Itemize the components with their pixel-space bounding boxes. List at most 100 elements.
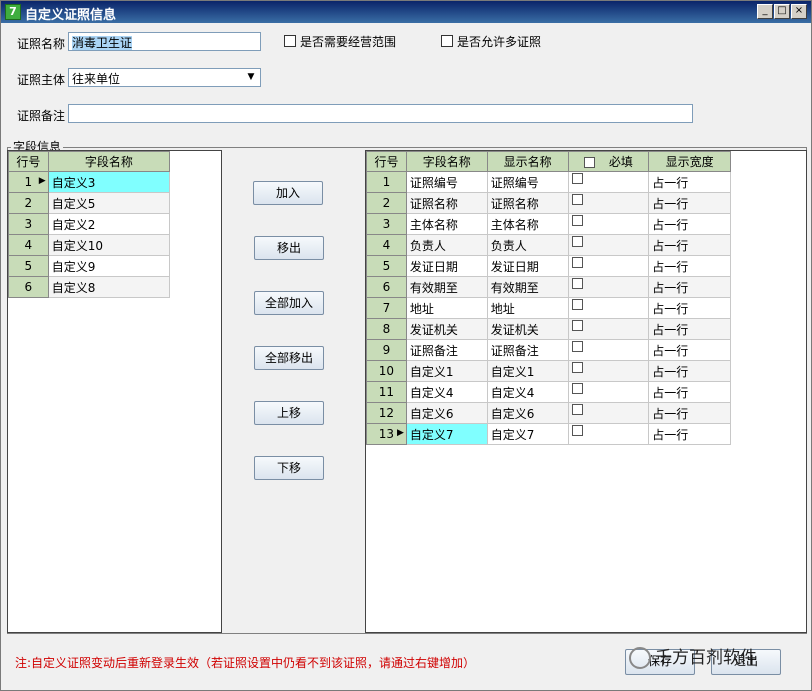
required-cell[interactable]: [567, 297, 650, 319]
cert-name-input[interactable]: 消毒卫生证: [68, 32, 261, 51]
display-name-cell[interactable]: 自定义7: [486, 423, 569, 445]
required-checkbox[interactable]: [571, 173, 583, 184]
display-name-cell[interactable]: 发证日期: [486, 255, 569, 277]
allow-multi-checkbox[interactable]: [441, 35, 453, 47]
required-cell[interactable]: [567, 381, 650, 403]
required-cell[interactable]: [567, 192, 650, 214]
display-width-cell[interactable]: 占一行: [648, 213, 731, 235]
selected-fields-grid[interactable]: 行号 字段名称 显示名称 必填 显示宽度 1 证照编号 证照编号 占一行 2 证照名称 证照…: [365, 150, 807, 633]
row-number[interactable]: 11: [366, 381, 407, 403]
display-name-cell[interactable]: 自定义1: [486, 360, 569, 382]
required-cell[interactable]: [567, 255, 650, 277]
field-name-cell[interactable]: 自定义2: [47, 213, 171, 235]
table-row[interactable]: 6 有效期至 有效期至 占一行: [366, 276, 731, 298]
col-header-display-name[interactable]: 显示名称: [486, 151, 569, 172]
table-row[interactable]: 3 主体名称 主体名称 占一行: [366, 213, 731, 235]
row-number[interactable]: 10: [366, 360, 407, 382]
display-width-cell[interactable]: 占一行: [648, 318, 731, 340]
display-name-cell[interactable]: 自定义4: [486, 381, 569, 403]
required-cell[interactable]: [567, 360, 650, 382]
display-width-cell[interactable]: 占一行: [648, 423, 731, 445]
row-number[interactable]: 13 ▶: [366, 423, 407, 445]
required-checkbox[interactable]: [571, 236, 583, 247]
display-width-cell[interactable]: 占一行: [648, 192, 731, 214]
table-row[interactable]: 1 证照编号 证照编号 占一行: [366, 171, 731, 193]
field-name-cell[interactable]: 发证日期: [405, 255, 488, 277]
table-row[interactable]: 8 发证机关 发证机关 占一行: [366, 318, 731, 340]
display-width-cell[interactable]: 占一行: [648, 360, 731, 382]
table-row[interactable]: 2 自定义5: [8, 192, 171, 214]
field-name-cell[interactable]: 自定义5: [47, 192, 171, 214]
required-checkbox[interactable]: [571, 194, 583, 205]
required-checkbox[interactable]: [571, 341, 583, 352]
row-number[interactable]: 9: [366, 339, 407, 361]
required-cell[interactable]: [567, 171, 650, 193]
field-name-cell[interactable]: 发证机关: [405, 318, 488, 340]
col-header-row-no[interactable]: 行号: [366, 151, 407, 172]
field-name-cell[interactable]: 自定义7: [405, 423, 488, 445]
table-row[interactable]: 13 ▶ 自定义7 自定义7 占一行: [366, 423, 731, 445]
move-down-button[interactable]: 下移: [254, 456, 324, 480]
row-number[interactable]: 2: [8, 192, 49, 214]
required-checkbox[interactable]: [571, 362, 583, 373]
field-name-cell[interactable]: 主体名称: [405, 213, 488, 235]
required-cell[interactable]: [567, 423, 650, 445]
row-number[interactable]: 5: [366, 255, 407, 277]
required-checkbox[interactable]: [571, 299, 583, 310]
field-name-cell[interactable]: 证照编号: [405, 171, 488, 193]
row-number[interactable]: 4: [8, 234, 49, 256]
required-checkbox[interactable]: [571, 257, 583, 268]
row-number[interactable]: 3: [8, 213, 49, 235]
col-header-required[interactable]: 必填: [567, 151, 650, 172]
col-header-field-name[interactable]: 字段名称: [47, 151, 171, 172]
table-row[interactable]: 4 负责人 负责人 占一行: [366, 234, 731, 256]
table-row[interactable]: 4 自定义10: [8, 234, 171, 256]
col-header-display-width[interactable]: 显示宽度: [648, 151, 731, 172]
table-row[interactable]: 5 发证日期 发证日期 占一行: [366, 255, 731, 277]
required-all-checkbox[interactable]: [583, 157, 595, 168]
subject-select[interactable]: 往来单位 ▼: [68, 68, 261, 87]
available-fields-grid[interactable]: 行号 字段名称 1 ▶ 自定义3 2 自定义5 3 自定义2 4 自定义10 5 自定义9 6 自定义8: [7, 150, 222, 633]
table-row[interactable]: 2 证照名称 证照名称 占一行: [366, 192, 731, 214]
display-name-cell[interactable]: 发证机关: [486, 318, 569, 340]
row-number[interactable]: 12: [366, 402, 407, 424]
required-checkbox[interactable]: [571, 383, 583, 394]
field-name-cell[interactable]: 自定义8: [47, 276, 171, 298]
required-cell[interactable]: [567, 213, 650, 235]
required-checkbox[interactable]: [571, 320, 583, 331]
required-cell[interactable]: [567, 402, 650, 424]
display-width-cell[interactable]: 占一行: [648, 255, 731, 277]
field-name-cell[interactable]: 证照备注: [405, 339, 488, 361]
add-all-button[interactable]: 全部加入: [254, 291, 324, 315]
col-header-row-no[interactable]: 行号: [8, 151, 49, 172]
close-button[interactable]: ×: [791, 4, 807, 19]
display-width-cell[interactable]: 占一行: [648, 381, 731, 403]
required-checkbox[interactable]: [571, 404, 583, 415]
display-width-cell[interactable]: 占一行: [648, 297, 731, 319]
display-name-cell[interactable]: 地址: [486, 297, 569, 319]
required-checkbox[interactable]: [571, 278, 583, 289]
col-header-field-name[interactable]: 字段名称: [405, 151, 488, 172]
display-name-cell[interactable]: 有效期至: [486, 276, 569, 298]
field-name-cell[interactable]: 负责人: [405, 234, 488, 256]
row-number[interactable]: 6: [8, 276, 49, 298]
row-number[interactable]: 1 ▶: [8, 171, 49, 193]
display-name-cell[interactable]: 证照名称: [486, 192, 569, 214]
required-cell[interactable]: [567, 276, 650, 298]
display-name-cell[interactable]: 证照编号: [486, 171, 569, 193]
field-name-cell[interactable]: 地址: [405, 297, 488, 319]
required-checkbox[interactable]: [571, 215, 583, 226]
display-width-cell[interactable]: 占一行: [648, 171, 731, 193]
table-row[interactable]: 11 自定义4 自定义4 占一行: [366, 381, 731, 403]
row-number[interactable]: 6: [366, 276, 407, 298]
row-number[interactable]: 1: [366, 171, 407, 193]
display-name-cell[interactable]: 负责人: [486, 234, 569, 256]
display-name-cell[interactable]: 主体名称: [486, 213, 569, 235]
move-up-button[interactable]: 上移: [254, 401, 324, 425]
row-number[interactable]: 7: [366, 297, 407, 319]
field-name-cell[interactable]: 自定义9: [47, 255, 171, 277]
required-checkbox[interactable]: [571, 425, 583, 436]
remove-button[interactable]: 移出: [254, 236, 324, 260]
row-number[interactable]: 3: [366, 213, 407, 235]
row-number[interactable]: 8: [366, 318, 407, 340]
